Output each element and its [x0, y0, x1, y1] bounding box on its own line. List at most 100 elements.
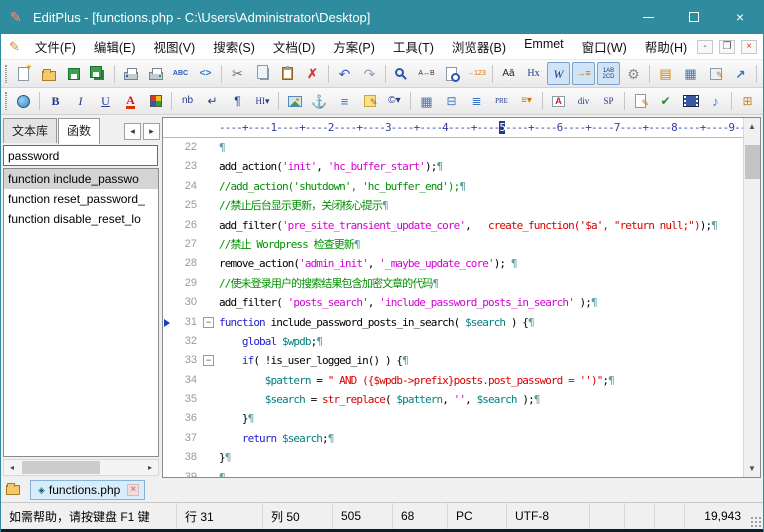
menu-item-7[interactable]: 浏览器(B)	[443, 33, 515, 60]
open-file-button[interactable]	[37, 62, 60, 85]
tab-functions[interactable]: 函数	[58, 118, 100, 144]
function-search-input[interactable]	[3, 145, 158, 166]
code-line[interactable]: 30add_filter( 'posts_search', 'include_p…	[163, 293, 743, 312]
horizontal-rule-button[interactable]: ≡	[333, 90, 356, 113]
function-list-item[interactable]: function reset_password_	[4, 189, 158, 209]
menu-item-0[interactable]: 文件(F)	[26, 33, 85, 60]
copy-button[interactable]	[251, 62, 274, 85]
replace-button[interactable]: A↔B	[415, 62, 438, 85]
code-line[interactable]: 28remove_action('admin_init', '_maybe_up…	[163, 254, 743, 273]
code-line[interactable]: 37 return $search;¶	[163, 429, 743, 448]
code-line[interactable]: 34 $pattern = " AND ({$wpdb->prefix}post…	[163, 371, 743, 390]
line-break-button[interactable]: ↵	[201, 90, 224, 113]
code-line[interactable]: 31−function include_password_posts_in_se…	[163, 313, 743, 332]
scroll-thumb[interactable]	[22, 461, 100, 474]
print-button[interactable]	[144, 62, 167, 85]
delete-button[interactable]: ✗	[301, 62, 324, 85]
function-list-item[interactable]: function include_passwo	[4, 169, 158, 189]
script-button[interactable]	[629, 90, 652, 113]
scroll-down-arrow[interactable]: ▼	[744, 460, 760, 477]
pre-button[interactable]: PRE	[490, 90, 513, 113]
code-line[interactable]: 38}¶	[163, 448, 743, 467]
bold-button[interactable]: B	[44, 90, 67, 113]
save-button[interactable]	[62, 62, 85, 85]
span-button[interactable]: SP	[597, 90, 620, 113]
html-tags-button[interactable]: <>	[194, 62, 217, 85]
code-line[interactable]: 29//使未登录用户的搜索结果包含加密文章的代码¶	[163, 274, 743, 293]
paste-button[interactable]	[276, 62, 299, 85]
comment-button[interactable]	[358, 90, 381, 113]
mdi-restore-button[interactable]: ❐	[719, 40, 735, 54]
code-line[interactable]: 32 global $wpdb;¶	[163, 332, 743, 351]
code-line[interactable]: 35 $search = str_replace( $pattern, '', …	[163, 390, 743, 409]
div-button[interactable]: div	[572, 90, 595, 113]
word-wrap-button[interactable]: W	[547, 62, 570, 85]
fold-toggle-icon[interactable]: −	[203, 317, 214, 328]
maximize-button[interactable]	[671, 0, 717, 34]
char-case-button[interactable]: Aā	[497, 62, 520, 85]
code-line[interactable]: 25//禁止后台显示更新，关闭核心提示¶	[163, 196, 743, 215]
goto-line-button[interactable]: →123	[465, 62, 488, 85]
browser-window-button[interactable]: ↗	[729, 62, 752, 85]
color-picker-button[interactable]	[144, 90, 167, 113]
code-line[interactable]: 23add_action('init', 'hc_buffer_start');…	[163, 157, 743, 176]
copyright-button[interactable]: ©▾	[383, 90, 406, 113]
redo-button[interactable]: ↷	[358, 62, 381, 85]
hex-view-button[interactable]: Hx	[522, 62, 545, 85]
print-preview-button[interactable]	[119, 62, 142, 85]
menu-item-4[interactable]: 文档(D)	[264, 33, 324, 60]
tab-cliptext[interactable]: 文本库	[3, 118, 57, 143]
scroll-left-arrow[interactable]: ◂	[4, 460, 20, 475]
menu-item-6[interactable]: 工具(T)	[384, 33, 443, 60]
new-document-button[interactable]	[12, 62, 35, 85]
code-line[interactable]: 24//add_action('shutdown', 'hc_buffer_en…	[163, 177, 743, 196]
italic-button[interactable]: I	[69, 90, 92, 113]
code-line[interactable]: 33− if( !is_user_logged_in() ) {¶	[163, 351, 743, 370]
scroll-right-arrow[interactable]: ▸	[142, 460, 158, 475]
mdi-minimize-button[interactable]: -	[697, 40, 713, 54]
auto-indent-button[interactable]: →≡	[572, 62, 595, 85]
anchor-button[interactable]: ⚓	[308, 90, 331, 113]
code-line[interactable]: 27//禁止 Wordpress 检查更新¶	[163, 235, 743, 254]
code-line[interactable]: 26add_filter('pre_site_transient_update_…	[163, 216, 743, 235]
editor-content[interactable]: ----+----1----+----2----+----3----+----4…	[163, 118, 743, 477]
menu-item-9[interactable]: 窗口(W)	[573, 33, 636, 60]
resize-grip[interactable]	[750, 516, 761, 527]
close-button[interactable]: ×	[717, 0, 763, 34]
undo-button[interactable]: ↶	[333, 62, 356, 85]
menu-item-8[interactable]: Emmet	[515, 33, 573, 60]
form-button[interactable]: ⊞	[736, 90, 759, 113]
nbsp-button[interactable]: nb	[176, 90, 199, 113]
table-cell-button[interactable]: ⊟	[440, 90, 463, 113]
function-list-item[interactable]: function disable_reset_lo	[4, 209, 158, 229]
movie-button[interactable]	[679, 90, 702, 113]
doc-tab-functions-php[interactable]: ◈ functions.php ×	[30, 480, 145, 500]
list-button[interactable]: ≡▾	[515, 90, 538, 113]
user-tool-button[interactable]	[704, 62, 727, 85]
center-align-button[interactable]: ≣	[465, 90, 488, 113]
spell-check-button[interactable]: ABC	[169, 62, 192, 85]
image-button[interactable]	[283, 90, 306, 113]
scroll-thumb[interactable]	[745, 145, 760, 179]
font-tag-button[interactable]: A	[547, 90, 570, 113]
doc-tab-close-icon[interactable]: ×	[127, 484, 139, 496]
scroll-track[interactable]	[744, 135, 760, 460]
toolbar-grip[interactable]	[5, 92, 7, 110]
document-list-button[interactable]: ▤	[654, 62, 677, 85]
menu-item-3[interactable]: 搜索(S)	[204, 33, 264, 60]
code-line[interactable]: 36 }¶	[163, 409, 743, 428]
syntax-check-button[interactable]: ✔	[654, 90, 677, 113]
paragraph-button[interactable]: ¶	[226, 90, 249, 113]
heading-button[interactable]: HI▾	[251, 90, 274, 113]
preferences-button[interactable]: ⚙	[622, 62, 645, 85]
folder-icon[interactable]	[6, 485, 20, 495]
code-area[interactable]: 22¶23add_action('init', 'hc_buffer_start…	[163, 138, 743, 477]
fold-toggle-icon[interactable]: −	[203, 355, 214, 366]
code-line[interactable]: 22¶	[163, 138, 743, 157]
save-all-button[interactable]	[87, 62, 110, 85]
menu-item-5[interactable]: 方案(P)	[324, 33, 384, 60]
mdi-close-button[interactable]: ×	[741, 40, 757, 54]
table-button[interactable]: ▦	[415, 90, 438, 113]
tab-scroll-left-button[interactable]: ◂	[124, 123, 141, 140]
line-number-button[interactable]: 1AB 2CD	[597, 62, 620, 85]
